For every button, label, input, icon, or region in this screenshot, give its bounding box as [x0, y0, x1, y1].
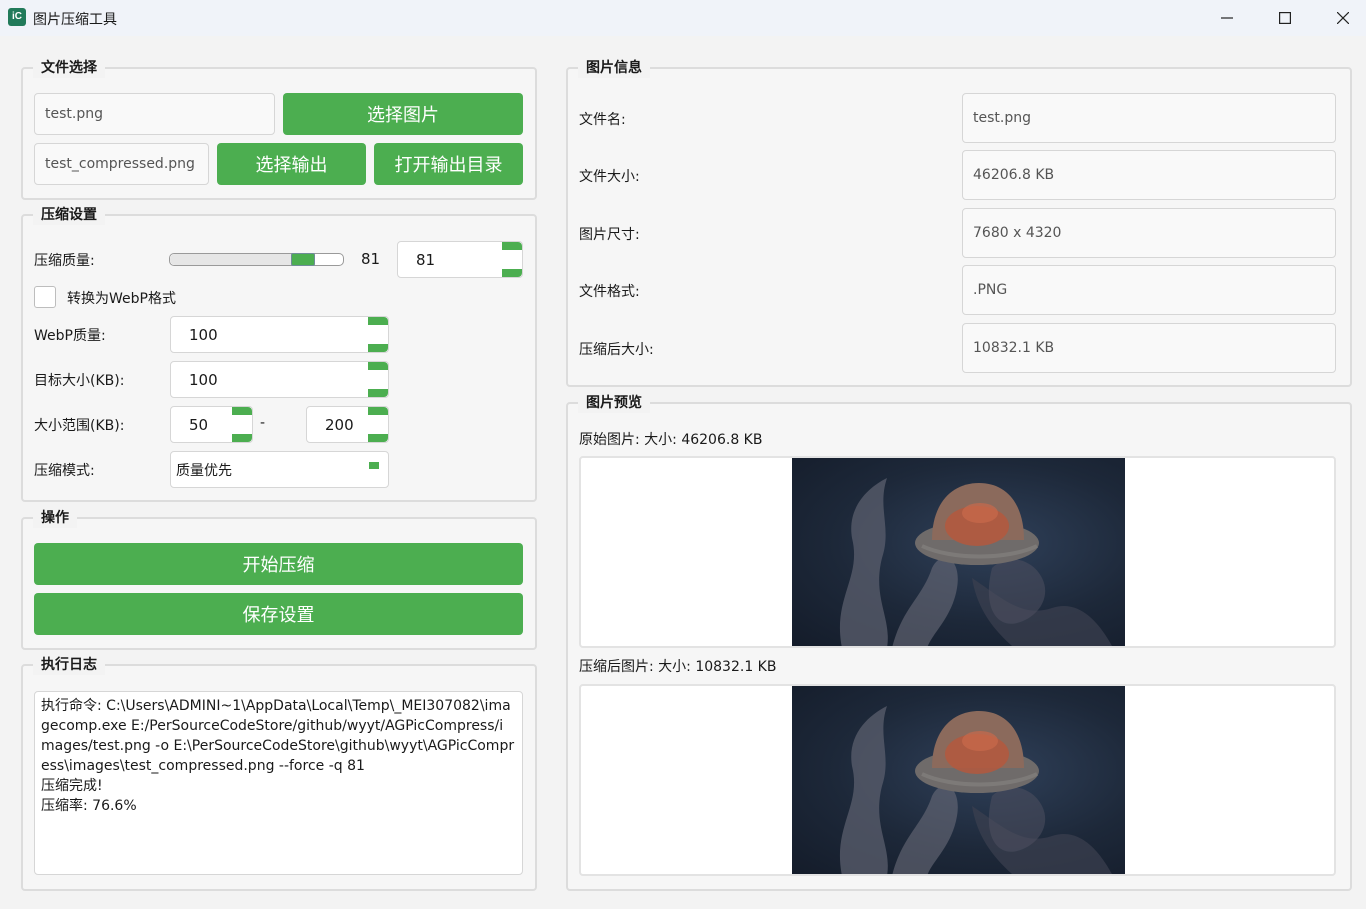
format-field: .PNG: [962, 265, 1336, 315]
quality-slider-handle[interactable]: [291, 253, 315, 266]
original-image: [792, 458, 1125, 646]
minimize-button[interactable]: [1198, 0, 1256, 36]
spin-up-arrow-icon[interactable]: [368, 407, 388, 415]
target-size-spinbox[interactable]: 100: [170, 361, 389, 398]
compressed-image-preview: [579, 684, 1336, 876]
log-line: 执行命令: C:\Users\ADMINI~1\AppData\Local\Te…: [41, 698, 515, 774]
quality-label: 压缩质量:: [34, 253, 95, 269]
size-range-min-value: 50: [189, 415, 209, 434]
size-range-min-spinbox[interactable]: 50: [170, 406, 253, 443]
spin-down-arrow-icon[interactable]: [368, 344, 388, 352]
spin-up-arrow-icon[interactable]: [368, 362, 388, 370]
mode-select-value: 质量优先: [176, 462, 232, 479]
log-title: 执行日志: [33, 655, 105, 675]
size-range-max-spinbox[interactable]: 200: [306, 406, 389, 443]
compressed-size-field: 10832.1 KB: [962, 323, 1336, 373]
webp-quality-spinbox[interactable]: 100: [170, 316, 389, 353]
quality-spinbox-value: 81: [416, 250, 436, 269]
target-size-label: 目标大小(KB):: [34, 373, 125, 389]
webp-checkbox[interactable]: [34, 286, 56, 308]
input-file-field[interactable]: test.png: [34, 93, 275, 135]
webp-checkbox-label: 转换为WebP格式: [67, 291, 176, 307]
target-size-value: 100: [189, 370, 218, 389]
spin-up-arrow-icon[interactable]: [368, 317, 388, 325]
dropdown-arrow-icon: [369, 462, 379, 469]
output-file-field[interactable]: test_compressed.png: [34, 143, 209, 185]
log-line: 压缩率: 76.6%: [41, 798, 137, 814]
minimize-icon: [1221, 17, 1233, 19]
dimensions-field: 7680 x 4320: [962, 208, 1336, 258]
operations-title: 操作: [33, 508, 77, 528]
open-output-dir-button[interactable]: 打开输出目录: [374, 143, 523, 185]
original-image-label: 原始图片: 大小: 46206.8 KB: [579, 432, 763, 448]
log-line: 压缩完成!: [41, 778, 103, 794]
format-label: 文件格式:: [579, 284, 640, 300]
start-compress-button[interactable]: 开始压缩: [34, 543, 523, 585]
close-button[interactable]: [1314, 0, 1366, 36]
compressed-size-label: 压缩后大小:: [579, 342, 654, 358]
close-icon: [1337, 12, 1349, 24]
compress-settings-title: 压缩设置: [33, 205, 105, 225]
compressed-image: [792, 686, 1125, 874]
quality-value-display: 81: [361, 250, 381, 268]
window-title: 图片压缩工具: [33, 12, 117, 28]
size-range-separator: -: [260, 415, 266, 431]
app-icon: iC: [8, 8, 26, 26]
filename-label: 文件名:: [579, 112, 626, 128]
save-settings-button[interactable]: 保存设置: [34, 593, 523, 635]
quality-slider[interactable]: [169, 253, 344, 266]
spin-up-arrow-icon[interactable]: [232, 407, 252, 415]
mode-select[interactable]: 质量优先: [170, 451, 389, 488]
filesize-field: 46206.8 KB: [962, 150, 1336, 200]
spin-down-arrow-icon[interactable]: [368, 434, 388, 442]
maximize-button[interactable]: [1256, 0, 1314, 36]
filesize-label: 文件大小:: [579, 169, 640, 185]
size-range-label: 大小范围(KB):: [34, 418, 125, 434]
original-image-preview: [579, 456, 1336, 648]
compressed-image-label: 压缩后图片: 大小: 10832.1 KB: [579, 659, 777, 675]
size-range-max-value: 200: [325, 415, 354, 434]
spin-down-arrow-icon[interactable]: [368, 389, 388, 397]
select-output-button[interactable]: 选择输出: [217, 143, 366, 185]
spin-down-arrow-icon[interactable]: [232, 434, 252, 442]
filename-field: test.png: [962, 93, 1336, 143]
title-bar: iC 图片压缩工具: [0, 0, 1366, 36]
image-info-title: 图片信息: [578, 58, 650, 78]
webp-quality-value: 100: [189, 325, 218, 344]
spin-down-arrow-icon[interactable]: [502, 269, 522, 277]
mode-label: 压缩模式:: [34, 463, 95, 479]
quality-spinbox[interactable]: 81: [397, 241, 523, 278]
log-textarea[interactable]: 执行命令: C:\Users\ADMINI~1\AppData\Local\Te…: [34, 691, 523, 875]
spin-up-arrow-icon[interactable]: [502, 242, 522, 250]
dimensions-label: 图片尺寸:: [579, 227, 640, 243]
select-image-button[interactable]: 选择图片: [283, 93, 523, 135]
quality-slider-fill: [170, 254, 291, 265]
preview-title: 图片预览: [578, 393, 650, 413]
maximize-icon: [1279, 12, 1291, 24]
file-select-title: 文件选择: [33, 58, 105, 78]
webp-quality-label: WebP质量:: [34, 328, 106, 344]
